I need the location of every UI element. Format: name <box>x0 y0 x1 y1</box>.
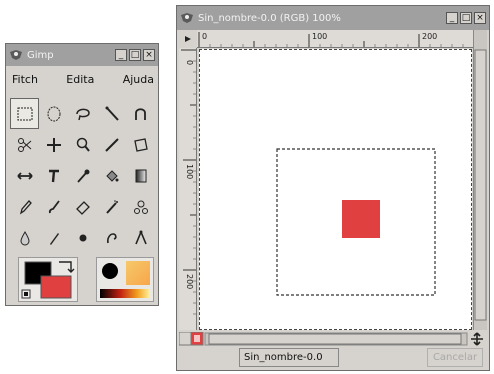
dodge-burn-tool[interactable] <box>68 222 97 253</box>
move-cross-icon <box>46 137 61 152</box>
fuzzy-select-tool[interactable] <box>97 98 126 129</box>
fg-bg-color-area <box>18 257 78 302</box>
pencil-tool[interactable] <box>10 191 39 222</box>
status-bar: Sin_nombre-0.0 Cancelar <box>179 347 487 369</box>
eyedropper-icon <box>76 169 89 183</box>
swap-colors-icon <box>59 261 75 273</box>
move-tool[interactable] <box>39 129 68 160</box>
horizontal-scroll-thumb <box>208 333 462 345</box>
maximize-button[interactable]: □ <box>460 12 472 24</box>
quickmask-off-button <box>178 331 192 346</box>
close-button[interactable]: × <box>474 12 486 24</box>
ink-pen-icon <box>49 232 59 245</box>
pencil-icon <box>19 199 32 214</box>
toolbox-title: Gimp <box>27 49 54 61</box>
transform-tool[interactable] <box>126 129 155 160</box>
ruler-v-label-200: 200 <box>185 274 194 289</box>
ruler-h-label-0: 0 <box>202 32 207 41</box>
gradient-preview <box>100 289 150 298</box>
crop-tool[interactable] <box>97 129 126 160</box>
image-title: Sin_nombre-0.0 (RGB) 100% <box>198 12 341 24</box>
smudge-tool[interactable] <box>97 222 126 253</box>
menu-file[interactable]: Fitch <box>12 73 38 86</box>
paint-bucket-icon <box>105 169 118 182</box>
clone-tool[interactable] <box>126 191 155 222</box>
airbrush-tool[interactable] <box>97 191 126 222</box>
menu-edit[interactable]: Edita <box>66 73 94 86</box>
smudge-finger-icon <box>106 232 117 243</box>
menu-arrow-icon <box>185 36 191 42</box>
eraser-icon <box>75 200 90 215</box>
gimp-app-icon <box>9 49 23 61</box>
menu-arrow-button[interactable] <box>179 30 197 48</box>
rect-select-tool[interactable] <box>10 98 39 129</box>
toolbox-window: Gimp _ □ × Fitch Edita Ajuda <box>5 43 159 306</box>
ellipse-select-tool[interactable] <box>39 98 68 129</box>
compass-icon <box>134 230 147 244</box>
text-t-icon <box>48 169 59 182</box>
clone-stamp-icon <box>133 200 148 214</box>
dodge-burn-icon <box>79 234 86 241</box>
ruler-v-label-100: 100 <box>185 164 194 179</box>
flip-tool[interactable] <box>10 160 39 191</box>
text-tool[interactable] <box>39 160 68 191</box>
ink-tool[interactable] <box>39 222 68 253</box>
convolve-tool[interactable] <box>10 222 39 253</box>
navigate-icon <box>471 332 483 346</box>
image-titlebar[interactable]: Sin_nombre-0.0 (RGB) 100% _ □ × <box>177 6 489 30</box>
minimize-button[interactable]: _ <box>115 49 127 61</box>
gradient-icon <box>135 169 146 182</box>
ruler-v-label-0: 0 <box>185 60 194 65</box>
tool-grid <box>10 98 156 253</box>
pattern-preview <box>126 261 150 285</box>
magnifier-icon <box>76 137 90 152</box>
red-square-layer <box>342 200 380 238</box>
menu-help[interactable]: Ajuda <box>123 73 154 86</box>
horizontal-scroll-area <box>178 331 487 346</box>
vertical-ruler[interactable]: 0 100 200 <box>179 48 197 330</box>
magic-wand-icon <box>105 106 119 121</box>
bezier-select-tool[interactable] <box>126 98 155 129</box>
rect-select-icon <box>17 107 32 120</box>
image-canvas[interactable] <box>199 49 472 330</box>
bucket-fill-tool[interactable] <box>97 160 126 191</box>
maximize-button[interactable]: □ <box>129 49 141 61</box>
blend-tool[interactable] <box>126 160 155 191</box>
cancel-button[interactable]: Cancelar <box>427 348 483 367</box>
vertical-scroll-thumb <box>474 49 487 321</box>
background-color-swatch <box>40 275 72 299</box>
toolbox-menubar: Fitch Edita Ajuda <box>6 69 158 89</box>
scissors-select-tool[interactable] <box>10 129 39 160</box>
gimp-app-icon <box>180 12 194 24</box>
lasso-icon <box>75 108 90 120</box>
ruler-h-label-100: 100 <box>312 32 327 41</box>
transform-icon <box>133 137 148 152</box>
ruler-h-label-200: 200 <box>422 32 437 41</box>
scalpel-icon <box>104 137 119 152</box>
horizontal-ruler[interactable]: 0 100 200 <box>197 30 475 48</box>
bezier-path-icon <box>134 107 146 120</box>
vertical-scrollbar[interactable] <box>473 30 487 330</box>
brush-pattern-gradient-area <box>96 257 154 302</box>
paintbrush-tool[interactable] <box>39 191 68 222</box>
toolbox-titlebar[interactable]: Gimp _ □ × <box>6 44 158 66</box>
airbrush-icon <box>105 199 118 214</box>
paintbrush-icon <box>48 199 60 213</box>
flip-arrows-icon <box>16 171 33 180</box>
close-button[interactable]: × <box>143 49 155 61</box>
free-select-tool[interactable] <box>68 98 97 129</box>
ellipse-select-icon <box>47 106 60 121</box>
minimize-button[interactable]: _ <box>446 12 458 24</box>
brush-preview <box>102 263 118 279</box>
image-window: Sin_nombre-0.0 (RGB) 100% _ □ × 0 100 20… <box>176 5 490 371</box>
measure-tool[interactable] <box>126 222 155 253</box>
eraser-tool[interactable] <box>68 191 97 222</box>
status-text: Sin_nombre-0.0 <box>239 348 339 367</box>
magnify-tool[interactable] <box>68 129 97 160</box>
scissors-icon <box>17 137 31 152</box>
water-drop-icon <box>19 230 30 245</box>
color-picker-tool[interactable] <box>68 160 97 191</box>
